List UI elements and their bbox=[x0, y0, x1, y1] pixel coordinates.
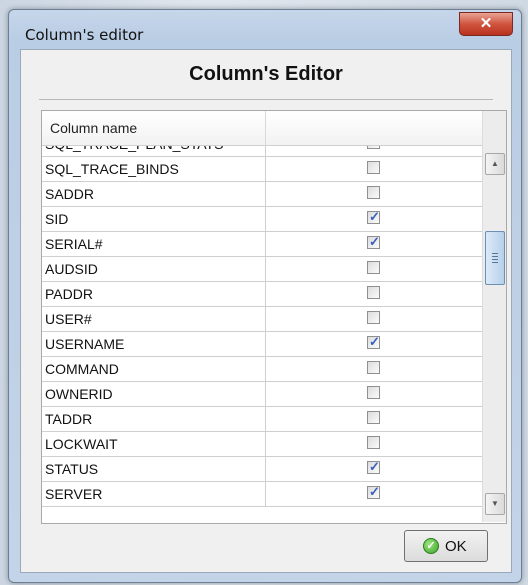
grip-line bbox=[492, 262, 498, 263]
visible-checkbox[interactable] bbox=[367, 436, 380, 449]
visible-cell: ✓ bbox=[266, 232, 482, 256]
visible-cell bbox=[266, 146, 482, 156]
column-name-cell: TADDR bbox=[42, 407, 266, 431]
visible-checkbox[interactable] bbox=[367, 311, 380, 324]
table-row[interactable]: TADDR bbox=[42, 407, 482, 432]
table-row[interactable]: USERNAME ✓ bbox=[42, 332, 482, 357]
close-icon: ✕ bbox=[479, 15, 493, 32]
vertical-scrollbar[interactable]: ▲ ▼ bbox=[482, 111, 506, 522]
grid-rows: SQL_TRACE_PLAN_STATSSQL_TRACE_BINDSSADDR… bbox=[42, 146, 482, 522]
grip-line bbox=[492, 256, 498, 257]
column-name-cell: OWNERID bbox=[42, 382, 266, 406]
table-row[interactable]: COMMAND bbox=[42, 357, 482, 382]
columns-grid: Column name SQL_TRACE_PLAN_STATSSQL_TRAC… bbox=[41, 110, 507, 524]
column-name-header[interactable]: Column name bbox=[42, 111, 266, 145]
column-name-cell: SADDR bbox=[42, 182, 266, 206]
column-name-cell: SQL_TRACE_PLAN_STATS bbox=[42, 146, 266, 156]
visible-cell bbox=[266, 357, 482, 381]
visible-checkbox[interactable] bbox=[367, 161, 380, 174]
visible-checkbox[interactable] bbox=[367, 361, 380, 374]
grid-header: Column name bbox=[42, 111, 482, 146]
check-icon: ✓ bbox=[369, 234, 380, 249]
column-name-cell: COMMAND bbox=[42, 357, 266, 381]
check-icon: ✓ bbox=[369, 484, 380, 499]
visible-cell bbox=[266, 307, 482, 331]
table-row[interactable]: SQL_TRACE_PLAN_STATS bbox=[42, 146, 482, 157]
column-name-cell: SQL_TRACE_BINDS bbox=[42, 157, 266, 181]
dialog-heading: Column's Editor bbox=[189, 63, 343, 85]
scroll-up-button[interactable]: ▲ bbox=[485, 153, 505, 175]
table-row[interactable]: AUDSID bbox=[42, 257, 482, 282]
visible-checkbox[interactable]: ✓ bbox=[367, 334, 380, 349]
visible-checkbox[interactable]: ✓ bbox=[367, 209, 380, 224]
close-button[interactable]: ✕ bbox=[459, 12, 513, 36]
ok-button[interactable]: ✓ OK bbox=[404, 530, 488, 562]
table-row[interactable]: LOCKWAIT bbox=[42, 432, 482, 457]
visible-checkbox[interactable] bbox=[367, 411, 380, 424]
scroll-thumb[interactable] bbox=[485, 231, 505, 285]
visible-checkbox[interactable]: ✓ bbox=[367, 459, 380, 474]
ok-label: OK bbox=[445, 538, 467, 555]
columns-editor-window: Column's editor ✕ Column's Editor Column… bbox=[8, 9, 522, 583]
column-name-cell: STATUS bbox=[42, 457, 266, 481]
visible-cell: ✓ bbox=[266, 332, 482, 356]
visible-checkbox[interactable] bbox=[367, 186, 380, 199]
visible-cell bbox=[266, 157, 482, 181]
column-name-cell: SERVER bbox=[42, 482, 266, 506]
visible-checkbox[interactable] bbox=[367, 261, 380, 274]
visible-cell: ✓ bbox=[266, 482, 482, 506]
ok-check-icon: ✓ bbox=[423, 538, 439, 554]
grip-line bbox=[492, 259, 498, 260]
check-icon: ✓ bbox=[369, 209, 380, 224]
visible-cell: ✓ bbox=[266, 457, 482, 481]
dialog-body: Column's Editor Column name SQL_TRACE_PL… bbox=[20, 49, 512, 573]
table-row[interactable]: OWNERID bbox=[42, 382, 482, 407]
table-row[interactable]: STATUS ✓ bbox=[42, 457, 482, 482]
visible-cell bbox=[266, 182, 482, 206]
table-row[interactable]: SERVER ✓ bbox=[42, 482, 482, 507]
column-name-cell: USER# bbox=[42, 307, 266, 331]
check-icon: ✓ bbox=[369, 334, 380, 349]
table-row[interactable]: SADDR bbox=[42, 182, 482, 207]
scroll-down-button[interactable]: ▼ bbox=[485, 493, 505, 515]
column-name-cell: SERIAL# bbox=[42, 232, 266, 256]
table-row[interactable]: SERIAL# ✓ bbox=[42, 232, 482, 257]
visible-cell bbox=[266, 382, 482, 406]
visible-header[interactable] bbox=[266, 111, 482, 145]
grip-line bbox=[492, 253, 498, 254]
window-title: Column's editor bbox=[25, 26, 144, 44]
visible-cell bbox=[266, 407, 482, 431]
column-name-cell: PADDR bbox=[42, 282, 266, 306]
check-icon: ✓ bbox=[369, 459, 380, 474]
visible-checkbox[interactable]: ✓ bbox=[367, 484, 380, 499]
visible-checkbox[interactable] bbox=[367, 386, 380, 399]
chevron-up-icon: ▲ bbox=[491, 159, 499, 168]
visible-cell bbox=[266, 257, 482, 281]
column-name-cell: AUDSID bbox=[42, 257, 266, 281]
column-name-cell: SID bbox=[42, 207, 266, 231]
visible-checkbox[interactable] bbox=[367, 286, 380, 299]
divider bbox=[39, 99, 493, 100]
table-row[interactable]: SID ✓ bbox=[42, 207, 482, 232]
chevron-down-icon: ▼ bbox=[491, 499, 499, 508]
table-row[interactable]: USER# bbox=[42, 307, 482, 332]
visible-checkbox[interactable]: ✓ bbox=[367, 234, 380, 249]
visible-checkbox[interactable] bbox=[367, 146, 380, 149]
table-row[interactable]: PADDR bbox=[42, 282, 482, 307]
table-row[interactable]: SQL_TRACE_BINDS bbox=[42, 157, 482, 182]
visible-cell: ✓ bbox=[266, 207, 482, 231]
column-name-cell: LOCKWAIT bbox=[42, 432, 266, 456]
visible-cell bbox=[266, 282, 482, 306]
column-name-cell: USERNAME bbox=[42, 332, 266, 356]
title-bar[interactable]: Column's editor ✕ bbox=[9, 10, 521, 50]
visible-cell bbox=[266, 432, 482, 456]
